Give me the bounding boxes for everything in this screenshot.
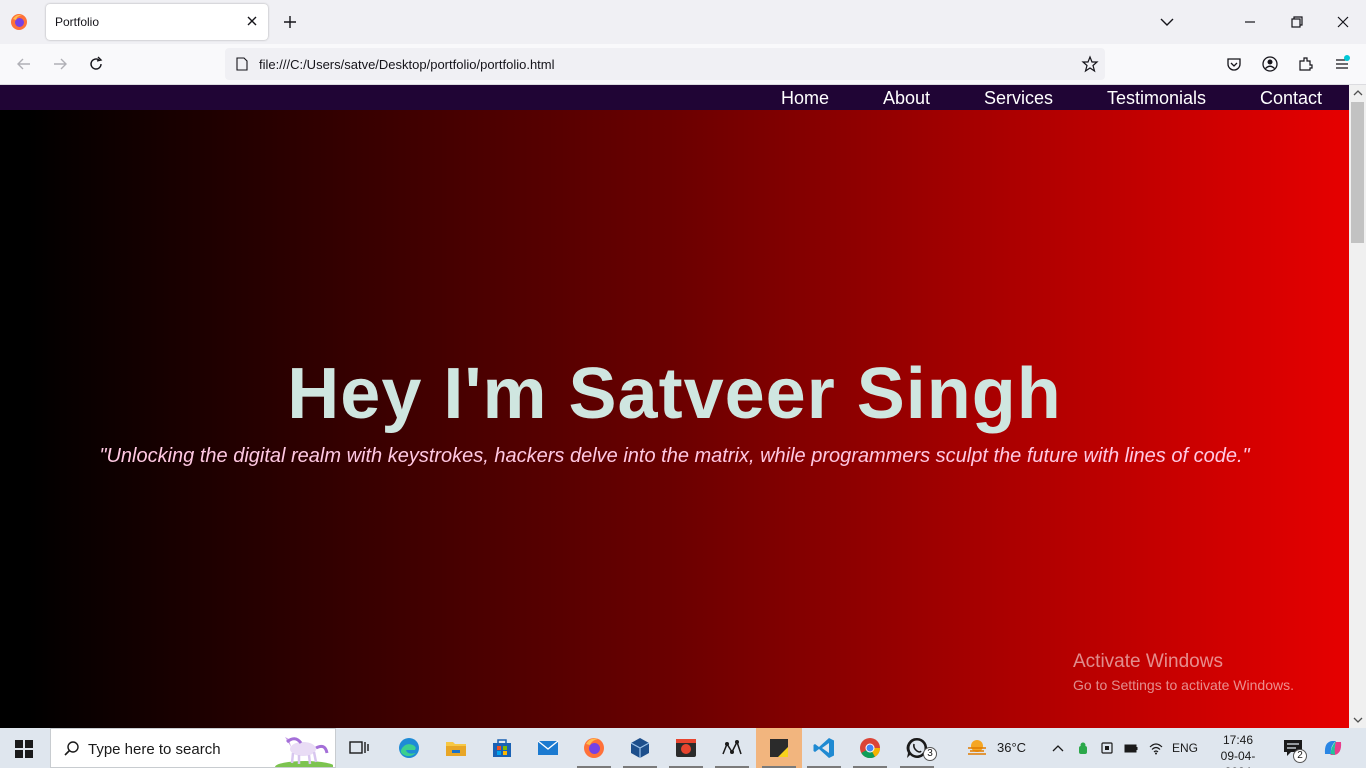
sticky-notes-icon <box>770 739 788 757</box>
windows-start-icon[interactable] <box>15 740 33 758</box>
taskbar-microsoft-store[interactable] <box>479 728 525 768</box>
pocket-icon[interactable] <box>1225 55 1243 73</box>
page-viewport: Home About Services Testimonials Contact… <box>0 85 1349 728</box>
taskbar-vscode[interactable] <box>801 728 847 768</box>
firefox-menu-icon[interactable] <box>10 13 28 31</box>
whatsapp-badge: 3 <box>923 747 937 761</box>
battery-icon[interactable] <box>1124 741 1138 755</box>
unicorn-search-highlight-icon <box>275 737 333 767</box>
chrome-icon <box>860 738 881 759</box>
hero-quote: "Unlocking the digital realm with keystr… <box>99 445 1250 467</box>
file-explorer-icon <box>446 742 466 756</box>
taskbar: Type here to search 3 36°C ENG 17:46 09-… <box>0 728 1366 768</box>
taskbar-virtualbox[interactable] <box>617 728 663 768</box>
tab-portfolio[interactable]: Portfolio <box>46 4 268 40</box>
tab-title: Portfolio <box>55 15 100 29</box>
clock[interactable]: 17:46 09-04-2024 <box>1212 732 1264 768</box>
browser-navbar: file:///C:/Users/satve/Desktop/portfolio… <box>0 44 1366 85</box>
taskbar-mail[interactable] <box>525 728 571 768</box>
scrollbar-thumb[interactable] <box>1351 102 1364 243</box>
new-tab-icon[interactable] <box>281 13 299 31</box>
weather-haze-icon[interactable] <box>966 739 988 757</box>
watermark-subtitle: Go to Settings to activate Windows. <box>1073 677 1294 693</box>
update-dot-icon <box>1344 55 1350 61</box>
taskbar-firefox[interactable] <box>571 728 617 768</box>
weather-temperature[interactable]: 36°C <box>997 740 1026 755</box>
account-icon[interactable] <box>1261 55 1279 73</box>
scroll-down-arrow-icon[interactable] <box>1353 715 1363 725</box>
search-placeholder: Type here to search <box>88 741 221 758</box>
close-window-icon[interactable] <box>1335 14 1351 30</box>
microsoft-store-icon <box>493 739 511 757</box>
wifi-icon[interactable] <box>1149 741 1163 755</box>
taskbar-search-box[interactable]: Type here to search <box>50 728 336 768</box>
clock-date: 09-04-2024 <box>1220 749 1256 768</box>
taskbar-whatsapp[interactable]: 3 <box>894 728 940 768</box>
extensions-icon[interactable] <box>1297 55 1315 73</box>
browser-tab-strip: Portfolio <box>0 0 1366 44</box>
list-all-tabs-icon[interactable] <box>1159 14 1175 30</box>
nav-testimonials[interactable]: Testimonials <box>1107 88 1206 109</box>
taskbar-sticky-notes[interactable] <box>756 728 802 768</box>
task-view-icon <box>349 741 369 754</box>
page-icon <box>236 57 248 71</box>
language-indicator[interactable]: ENG <box>1172 741 1198 755</box>
edge-icon <box>399 738 419 758</box>
notifications-badge: 2 <box>1293 749 1307 763</box>
nav-contact[interactable]: Contact <box>1260 88 1322 109</box>
taskbar-chrome[interactable] <box>847 728 893 768</box>
nav-home[interactable]: Home <box>781 88 829 109</box>
search-icon <box>64 741 79 756</box>
clock-time: 17:46 <box>1222 733 1254 747</box>
hero-title: Hey I'm Satveer Singh <box>287 354 1062 434</box>
burp-suite-icon <box>676 739 696 757</box>
network-app-icon <box>722 740 742 755</box>
site-nav: Home About Services Testimonials Contact <box>0 85 1349 110</box>
watermark-title: Activate Windows <box>1073 651 1223 672</box>
restore-window-icon[interactable] <box>1289 14 1305 30</box>
nav-services[interactable]: Services <box>984 88 1053 109</box>
minimize-window-icon[interactable] <box>1242 14 1258 30</box>
taskbar-task-view[interactable] <box>336 728 382 768</box>
vscode-icon <box>813 738 834 758</box>
show-hidden-icons-icon[interactable] <box>1051 741 1065 755</box>
device-icon[interactable] <box>1100 741 1114 755</box>
taskbar-file-explorer[interactable] <box>433 728 479 768</box>
back-icon[interactable] <box>15 55 33 73</box>
url-bar[interactable]: file:///C:/Users/satve/Desktop/portfolio… <box>225 48 1105 80</box>
bookmark-star-icon[interactable] <box>1081 55 1099 73</box>
taskbar-burp-suite[interactable] <box>663 728 709 768</box>
vertical-scrollbar[interactable] <box>1349 85 1366 728</box>
close-tab-icon[interactable] <box>244 13 260 29</box>
copilot-icon[interactable] <box>1322 738 1344 758</box>
taskbar-edge[interactable] <box>386 728 432 768</box>
mail-icon <box>537 740 559 755</box>
url-text: file:///C:/Users/satve/Desktop/portfolio… <box>259 57 555 72</box>
nav-about[interactable]: About <box>883 88 930 109</box>
virtualbox-icon <box>630 738 650 758</box>
reload-icon[interactable] <box>87 55 105 73</box>
scroll-up-arrow-icon[interactable] <box>1353 88 1363 98</box>
forward-icon[interactable] <box>51 55 69 73</box>
tray-app-icon[interactable] <box>1076 741 1090 755</box>
firefox-icon <box>584 738 604 758</box>
taskbar-network-app[interactable] <box>709 728 755 768</box>
activate-windows-watermark: Activate Windows Go to Settings to activ… <box>1073 651 1294 693</box>
